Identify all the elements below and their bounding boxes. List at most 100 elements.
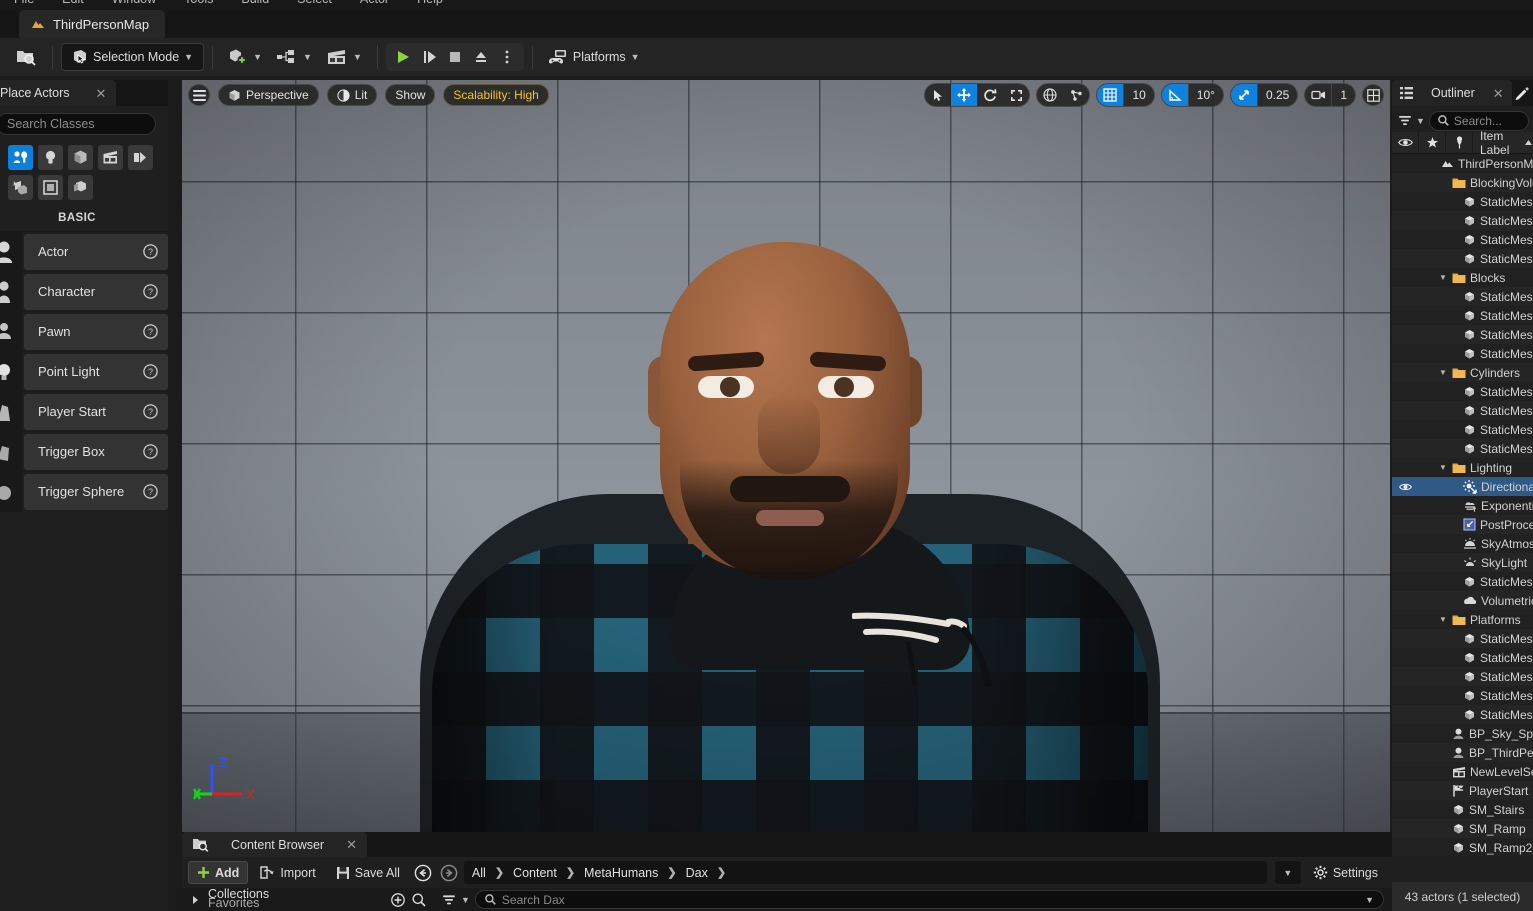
help-icon[interactable]: ? <box>143 364 158 379</box>
outliner-row[interactable]: SM_Stairs <box>1392 800 1533 819</box>
outliner-row[interactable]: ▼ Cylinders <box>1392 363 1533 382</box>
grid-snap-icon[interactable] <box>1097 84 1124 106</box>
view-mode-button[interactable]: Perspective <box>218 84 319 106</box>
breadcrumb-item-metahumans[interactable]: MetaHumans <box>584 866 658 880</box>
select-tool[interactable] <box>925 84 951 106</box>
outliner-row[interactable]: StaticMeshActor <box>1392 705 1533 724</box>
list-item[interactable]: Character ? <box>0 271 168 312</box>
close-icon[interactable]: ✕ <box>1493 87 1504 100</box>
settings-button[interactable]: Settings <box>1305 861 1386 884</box>
tab-third-person-map[interactable]: ThirdPersonMap <box>19 10 166 38</box>
menu-item-actor[interactable]: Actor <box>360 0 389 6</box>
menu-item-build[interactable]: Build <box>241 0 269 6</box>
outliner-row-list[interactable]: ThirdPersonMap BlockingVolumes StaticMeshA… <box>1392 154 1533 856</box>
outliner-row[interactable]: SkyAtmosphere <box>1392 534 1533 553</box>
outliner-row[interactable]: StaticMeshActor <box>1392 249 1533 268</box>
back-arrow-icon[interactable] <box>412 862 434 884</box>
menu-item-tools[interactable]: Tools <box>184 0 213 6</box>
item-label-column-header[interactable]: Item Label <box>1473 129 1533 157</box>
outliner-row[interactable]: ThirdPersonMap <box>1392 154 1533 173</box>
angle-snap-value[interactable]: 10° <box>1187 84 1223 106</box>
collections-header[interactable]: Collections Favorites <box>182 888 434 911</box>
create-actor-button[interactable]: ▼ <box>221 43 269 71</box>
outliner-row[interactable]: StaticMeshActor <box>1392 287 1533 306</box>
filter-icon[interactable] <box>1398 114 1412 127</box>
list-item[interactable]: Trigger Box ? <box>0 431 168 472</box>
lights-category-icon[interactable] <box>38 145 63 170</box>
camera-speed-value[interactable]: 1 <box>1331 84 1355 106</box>
outliner-row[interactable]: VolumetricCloud <box>1392 591 1533 610</box>
geometry-category-icon[interactable] <box>8 175 33 200</box>
outliner-row[interactable]: StaticMeshActor <box>1392 420 1533 439</box>
row-visibility-eye-icon[interactable] <box>1392 482 1419 492</box>
camera-speed-icon[interactable] <box>1305 84 1331 106</box>
outliner-row[interactable]: StaticMeshActor <box>1392 629 1533 648</box>
show-flags-button[interactable]: Show <box>385 84 436 106</box>
outliner-search-input[interactable]: Search... <box>1428 110 1529 131</box>
search-dropdown-chevron-icon[interactable]: ▼ <box>1365 895 1374 905</box>
outliner-row[interactable]: BlockingVolumes <box>1392 173 1533 192</box>
rotate-tool[interactable] <box>977 84 1003 106</box>
outliner-row[interactable]: PostProcessVolume <box>1392 515 1533 534</box>
help-icon[interactable]: ? <box>143 484 158 499</box>
basic-category-icon[interactable] <box>8 145 33 170</box>
maximize-viewport-icon[interactable] <box>1362 84 1384 106</box>
outliner-row[interactable]: ▼ Lighting <box>1392 458 1533 477</box>
outliner-row[interactable]: StaticMeshActor <box>1392 325 1533 344</box>
outliner-row[interactable]: NewLevelSequence <box>1392 762 1533 781</box>
scale-tool[interactable] <box>1003 84 1029 106</box>
menu-item-file[interactable]: File <box>14 0 34 6</box>
search-classes-input[interactable]: Search Classes <box>0 113 156 135</box>
cinematic-category-icon[interactable] <box>98 145 123 170</box>
save-all-button[interactable]: Save All <box>328 861 408 884</box>
shapes-category-icon[interactable] <box>68 145 93 170</box>
outliner-row[interactable]: StaticMeshActor <box>1392 344 1533 363</box>
outliner-row[interactable]: StaticMeshActor <box>1392 401 1533 420</box>
help-icon[interactable]: ? <box>143 404 158 419</box>
surface-snap-icon[interactable] <box>1063 84 1089 106</box>
platforms-button[interactable]: Platforms ▼ <box>541 43 647 71</box>
pin-icon[interactable] <box>1446 131 1473 154</box>
grid-snap-value[interactable]: 10 <box>1123 84 1153 106</box>
outliner-row[interactable]: StaticMeshActor <box>1392 211 1533 230</box>
outliner-row[interactable]: StaticMeshActor <box>1392 230 1533 249</box>
close-icon[interactable]: ✕ <box>346 838 357 851</box>
outliner-row[interactable]: StaticMeshActor <box>1392 667 1533 686</box>
list-item[interactable]: Player Start ? <box>0 391 168 432</box>
menu-item-select[interactable]: Select <box>297 0 332 6</box>
tab-content-browser[interactable]: Content Browser ✕ <box>182 832 368 857</box>
level-viewport[interactable]: Z X Perspective Lit Show Scalability: Hi… <box>182 80 1390 832</box>
stop-button[interactable] <box>443 45 467 69</box>
add-collection-icon[interactable] <box>391 892 405 907</box>
outliner-row[interactable]: ▼ Blocks <box>1392 268 1533 287</box>
outliner-row[interactable]: ▼ Platforms <box>1392 610 1533 629</box>
outliner-row[interactable]: PlayerStart <box>1392 781 1533 800</box>
row-expander-icon[interactable]: ▼ <box>1438 273 1448 282</box>
selection-mode-button[interactable]: Selection Mode ▼ <box>61 43 205 71</box>
list-item[interactable]: Pawn ? <box>0 311 168 352</box>
menu-item-help[interactable]: Help <box>417 0 443 6</box>
list-item[interactable]: Trigger Sphere ? <box>0 471 168 512</box>
outliner-row[interactable]: StaticMeshActor <box>1392 686 1533 705</box>
breadcrumb-item-all[interactable]: All <box>472 866 486 880</box>
eject-button[interactable] <box>469 45 493 69</box>
breadcrumb-item-dax[interactable]: Dax <box>686 866 708 880</box>
tab-place-actors[interactable]: Place Actors ✕ <box>0 80 117 106</box>
forward-arrow-icon[interactable] <box>438 862 460 884</box>
close-icon[interactable]: ✕ <box>95 87 106 100</box>
outliner-row[interactable]: SM_Ramp <box>1392 819 1533 838</box>
volumes-category-icon[interactable] <box>38 175 63 200</box>
outliner-row[interactable]: DirectionalLight <box>1392 477 1533 496</box>
move-tool[interactable] <box>951 84 978 106</box>
outliner-row[interactable]: StaticMeshActor <box>1392 382 1533 401</box>
outliner-row[interactable]: SkyLight <box>1392 553 1533 572</box>
star-icon[interactable] <box>1419 131 1446 154</box>
outliner-row[interactable]: BP_ThirdPersonCharacter <box>1392 743 1533 762</box>
help-icon[interactable]: ? <box>143 324 158 339</box>
lighting-mode-button[interactable]: Lit <box>326 84 378 106</box>
chevron-down-icon[interactable]: ▼ <box>461 895 470 905</box>
world-coordinate-icon[interactable] <box>1037 84 1063 106</box>
eye-icon[interactable] <box>1392 131 1419 154</box>
play-button[interactable] <box>391 45 415 69</box>
help-icon[interactable]: ? <box>143 284 158 299</box>
